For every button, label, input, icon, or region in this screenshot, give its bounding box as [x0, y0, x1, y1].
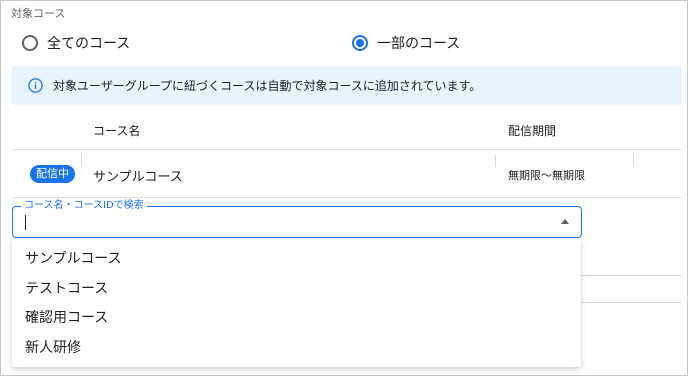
column-divider [633, 155, 634, 167]
course-scope-radio-group: 全てのコース 一部のコース [0, 32, 688, 54]
column-divider [81, 155, 82, 167]
status-badge: 配信中 [30, 165, 75, 183]
cell-course-name: サンプルコース [93, 170, 183, 185]
table-header: コース名 配信期間 [12, 112, 682, 150]
column-header-period: 配信期間 [508, 124, 557, 138]
info-banner: 対象ユーザーグループに紐づくコースは自動で対象コースに追加されています。 [12, 66, 682, 105]
course-search-input[interactable] [25, 211, 525, 233]
info-banner-text: 対象ユーザーグループに紐づくコースは自動で対象コースに追加されています。 [53, 79, 482, 93]
dropdown-option[interactable]: 新人研修 [12, 334, 581, 364]
radio-some-label: 一部のコース [377, 36, 461, 52]
section-label: 対象コース [11, 7, 66, 20]
dropdown-option[interactable]: 確認用コース [12, 304, 581, 334]
table-row[interactable]: 配信中 サンプルコース 無期限〜無期限 [12, 151, 682, 198]
info-icon [28, 78, 43, 93]
cell-period: 無期限〜無期限 [508, 169, 585, 182]
dropdown-option[interactable]: テストコース [12, 275, 581, 305]
course-dropdown-list: サンプルコース テストコース 確認用コース 新人研修 [12, 239, 581, 367]
course-search-combobox[interactable]: コース名・コースIDで検索 [12, 199, 582, 238]
radio-all-label: 全てのコース [47, 36, 131, 52]
column-divider [495, 155, 496, 167]
dropdown-option[interactable]: サンプルコース [12, 245, 581, 275]
caret-up-icon[interactable] [561, 219, 569, 224]
radio-circle-checked-icon [352, 35, 368, 51]
radio-some-courses[interactable]: 一部のコース [352, 32, 460, 54]
radio-circle-icon [22, 35, 38, 51]
radio-all-courses[interactable]: 全てのコース [22, 32, 130, 54]
column-header-course: コース名 [93, 124, 141, 138]
